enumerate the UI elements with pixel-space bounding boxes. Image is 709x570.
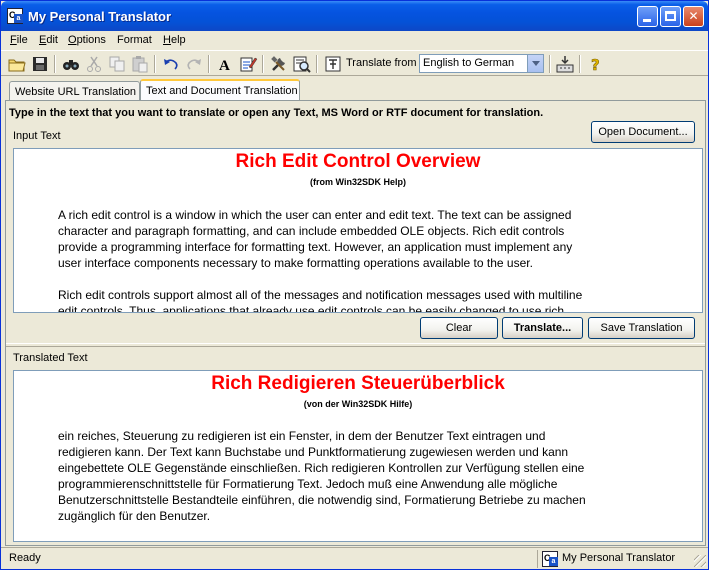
input-text-area[interactable]: Rich Edit Control Overview (from Win32SD… bbox=[13, 148, 703, 313]
menu-help[interactable]: Help bbox=[163, 34, 186, 46]
keyboard-icon[interactable] bbox=[555, 54, 575, 74]
menu-bar: File Edit Options Format Help bbox=[1, 31, 708, 50]
input-doc-subtitle: (from Win32SDK Help) bbox=[310, 177, 406, 187]
minimize-button[interactable] bbox=[637, 6, 658, 27]
find-binoculars-icon[interactable] bbox=[61, 54, 81, 74]
app-window: Ca My Personal Translator ✕ File Edit Op… bbox=[0, 0, 709, 570]
open-folder-icon[interactable] bbox=[7, 54, 27, 74]
svg-text:?: ? bbox=[591, 56, 600, 74]
input-doc-title: Rich Edit Control Overview bbox=[235, 151, 481, 172]
language-pair-select[interactable]: English to German bbox=[419, 54, 544, 73]
font-icon[interactable]: A bbox=[215, 54, 235, 74]
input-paragraph-2: Rich edit controls support almost all of… bbox=[58, 288, 583, 313]
app-status-icon: Ca bbox=[542, 551, 558, 567]
help-icon[interactable]: ? bbox=[586, 54, 606, 75]
menu-format[interactable]: Format bbox=[117, 34, 152, 46]
translate-direction-icon[interactable] bbox=[323, 54, 343, 74]
redo-icon[interactable] bbox=[184, 54, 204, 74]
close-icon: ✕ bbox=[688, 9, 699, 23]
translate-button[interactable]: Translate... bbox=[502, 317, 583, 339]
tab-text-document-translation[interactable]: Text and Document Translation bbox=[140, 79, 300, 102]
pane-splitter[interactable] bbox=[6, 343, 705, 347]
status-app-pane: Ca My Personal Translator bbox=[537, 550, 705, 568]
output-doc-title: Rich Redigieren Steuerüberblick bbox=[211, 373, 505, 394]
menu-file[interactable]: File bbox=[10, 34, 28, 46]
close-button[interactable]: ✕ bbox=[683, 6, 704, 27]
chevron-down-icon bbox=[532, 61, 540, 66]
save-icon[interactable] bbox=[30, 54, 50, 74]
tools-icon[interactable] bbox=[269, 54, 289, 74]
language-pair-value: English to German bbox=[423, 57, 515, 69]
tab-website-url-translation[interactable]: Website URL Translation bbox=[9, 81, 140, 102]
cut-icon[interactable] bbox=[84, 54, 104, 74]
toolbar: A Translate from English to German ? bbox=[1, 50, 708, 76]
maximize-button[interactable] bbox=[660, 6, 681, 27]
translate-from-label: Translate from bbox=[346, 57, 417, 69]
dropdown-arrow-button[interactable] bbox=[527, 55, 543, 72]
input-paragraph-1: A rich edit control is a window in which… bbox=[58, 208, 573, 270]
open-document-button[interactable]: Open Document... bbox=[591, 121, 695, 143]
menu-options[interactable]: Options bbox=[68, 34, 106, 46]
save-translation-button[interactable]: Save Translation bbox=[588, 317, 695, 339]
svg-text:A: A bbox=[219, 58, 230, 74]
clear-button[interactable]: Clear bbox=[420, 317, 498, 339]
status-bar: Ready Ca My Personal Translator bbox=[1, 547, 708, 569]
status-ready-text: Ready bbox=[9, 552, 41, 564]
paste-icon[interactable] bbox=[130, 54, 150, 74]
output-doc-subtitle: (von der Win32SDK Hilfe) bbox=[303, 399, 413, 409]
resize-grip[interactable] bbox=[694, 555, 706, 567]
edit-document-icon[interactable] bbox=[238, 54, 258, 74]
maximize-icon bbox=[665, 11, 676, 21]
minimize-icon bbox=[643, 19, 651, 22]
status-app-name: My Personal Translator bbox=[562, 552, 676, 564]
copy-icon[interactable] bbox=[107, 54, 127, 74]
app-icon[interactable]: Ca bbox=[7, 8, 23, 24]
output-paragraph-1: ein reiches, Steuerung zu redigieren ist… bbox=[58, 429, 586, 523]
translated-text-label: Translated Text bbox=[13, 352, 88, 364]
input-text-label: Input Text bbox=[13, 130, 61, 142]
menu-edit[interactable]: Edit bbox=[39, 34, 58, 46]
title-bar[interactable]: Ca My Personal Translator ✕ bbox=[1, 1, 708, 31]
translated-text-area[interactable]: Rich Redigieren Steuerüberblick (von der… bbox=[13, 370, 703, 542]
window-title: My Personal Translator bbox=[28, 9, 172, 24]
undo-icon[interactable] bbox=[161, 54, 181, 74]
instructions-text: Type in the text that you want to transl… bbox=[9, 107, 544, 119]
dictionary-search-icon[interactable] bbox=[292, 54, 312, 74]
